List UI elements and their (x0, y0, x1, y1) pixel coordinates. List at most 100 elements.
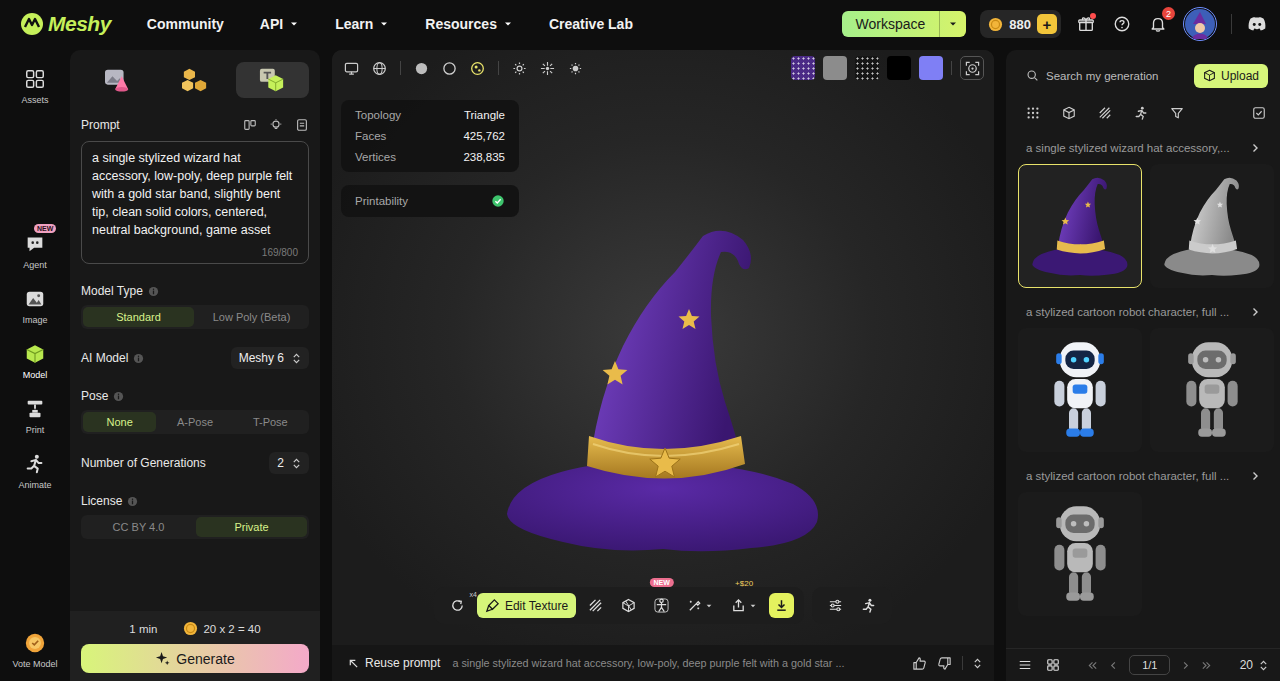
upload-button[interactable]: Upload (1194, 64, 1268, 88)
toolbar-button[interactable] (855, 594, 882, 617)
rail-item[interactable]: Print (24, 398, 46, 435)
info-icon[interactable] (148, 286, 159, 297)
nav-item[interactable]: Community (147, 16, 224, 32)
mode-tab[interactable] (81, 62, 154, 98)
nav-item[interactable]: API (260, 16, 299, 32)
toolbar-button[interactable]: NEW (648, 594, 675, 617)
page-indicator[interactable]: 1/1 (1129, 655, 1170, 675)
info-icon[interactable] (127, 496, 138, 507)
last-page-icon[interactable] (1201, 660, 1212, 671)
rail-item[interactable]: Animate (18, 453, 51, 490)
first-page-icon[interactable] (1087, 660, 1098, 671)
credits-pill[interactable]: 880+ (980, 10, 1061, 38)
generate-button[interactable]: Generate (81, 644, 309, 673)
background-swatch[interactable] (855, 56, 879, 80)
monitor-icon[interactable] (344, 61, 359, 76)
toolbar-button[interactable] (681, 594, 719, 617)
generations-stepper[interactable]: 2 (269, 452, 309, 474)
cube-filter-icon[interactable] (1062, 106, 1076, 120)
help-button[interactable] (1111, 13, 1133, 35)
rail-item[interactable]: Assets (21, 68, 48, 105)
notifications-button[interactable]: 2 (1147, 13, 1169, 35)
search-input[interactable]: Search my generation (1018, 63, 1184, 88)
background-swatch[interactable] (823, 56, 847, 80)
logo[interactable]: Meshy (20, 12, 111, 36)
printability-status[interactable]: Printability (341, 185, 519, 217)
prompt-library-icon[interactable] (243, 118, 257, 132)
previous-page-icon[interactable] (1108, 660, 1119, 671)
toolbar-button[interactable] (615, 594, 642, 617)
nav-item[interactable]: Resources (425, 16, 513, 32)
group-title[interactable]: a stylized cartoon robot character, full… (1018, 470, 1268, 482)
viewer-canvas[interactable]: TopologyTriangleFaces425,762Vertices238,… (332, 50, 994, 645)
info-icon[interactable] (113, 391, 124, 402)
generation-thumbnail[interactable] (1018, 492, 1142, 616)
segment-option[interactable]: CC BY 4.0 (83, 517, 194, 537)
segment-option[interactable]: Private (196, 517, 307, 537)
select-mode-icon[interactable] (1252, 106, 1266, 120)
buy-credits-button[interactable]: + (1037, 14, 1057, 34)
light-rays-icon[interactable] (540, 61, 555, 76)
grid-view-icon[interactable] (1046, 658, 1060, 672)
prompt-input[interactable]: a single stylized wizard hat accessory, … (81, 141, 309, 264)
segment-option[interactable]: T-Pose (234, 412, 307, 432)
texture-filter-icon[interactable] (1098, 106, 1112, 120)
nav-item[interactable]: Learn (335, 16, 389, 32)
toolbar-button[interactable] (822, 594, 849, 617)
segment-option[interactable]: None (83, 412, 156, 432)
thumbs-up-icon[interactable] (912, 656, 927, 671)
discord-button[interactable] (1246, 13, 1268, 35)
mode-tab[interactable] (158, 62, 231, 98)
render-mode-button[interactable] (414, 61, 429, 76)
focus-button[interactable] (960, 56, 984, 80)
toolbar-button[interactable]: +$20 (725, 594, 763, 617)
thumbs-down-icon[interactable] (937, 656, 952, 671)
reuse-prompt-button[interactable]: Reuse prompt (348, 656, 440, 670)
group-title[interactable]: a stylized cartoon robot character, full… (1018, 306, 1268, 318)
wizard-hat-model[interactable] (503, 224, 823, 554)
toolbar-button[interactable]: Edit Texture (477, 593, 576, 618)
filter-funnel-icon[interactable] (1170, 106, 1184, 120)
workspace-button[interactable]: Workspace (842, 11, 967, 37)
workspace-dropdown[interactable] (939, 11, 966, 37)
model-select[interactable]: Meshy 6 (231, 347, 309, 369)
generation-thumbnail[interactable] (1150, 164, 1274, 288)
rail-item[interactable]: Vote Model (12, 632, 57, 669)
segment-option[interactable]: A-Pose (158, 412, 231, 432)
page-size-select[interactable]: 20 (1240, 658, 1268, 672)
rail-item[interactable]: Model (23, 343, 48, 380)
generation-thumbnail[interactable] (1018, 328, 1142, 452)
mode-tab[interactable] (236, 62, 309, 98)
rail-item[interactable]: NEWAgent (23, 233, 47, 270)
info-icon[interactable] (133, 353, 144, 364)
animation-filter-icon[interactable] (1134, 106, 1148, 120)
render-mode-button[interactable] (442, 61, 457, 76)
user-avatar[interactable] (1183, 7, 1217, 41)
render-mode-button[interactable] (470, 61, 485, 76)
toolbar-button[interactable] (769, 593, 794, 618)
segment-option[interactable]: Low Poly (Beta) (196, 307, 307, 327)
globe-icon[interactable] (372, 61, 387, 76)
mode-tabs (81, 62, 309, 98)
background-swatch[interactable] (919, 56, 943, 80)
group-title[interactable]: a single stylized wizard hat accessory,.… (1018, 142, 1268, 154)
toolbar-button[interactable]: x4 (444, 594, 471, 617)
expand-chevron-icon[interactable] (973, 658, 982, 669)
background-swatch[interactable] (887, 56, 911, 80)
segment-option[interactable]: Standard (83, 307, 194, 327)
toolbar-button[interactable] (582, 594, 609, 617)
gift-button[interactable] (1075, 13, 1097, 35)
list-view-icon[interactable] (1018, 658, 1032, 672)
lightbulb-icon[interactable] (269, 118, 283, 132)
generation-thumbnail[interactable] (1018, 164, 1142, 288)
background-swatch[interactable] (791, 56, 815, 80)
lighting-icon[interactable] (568, 61, 583, 76)
nav-item[interactable]: Creative Lab (549, 16, 633, 32)
rail-item[interactable]: Image (22, 288, 47, 325)
document-icon[interactable] (295, 118, 309, 132)
next-page-icon[interactable] (1180, 660, 1191, 671)
sun-icon[interactable] (512, 61, 527, 76)
new-badge: NEW (34, 224, 56, 233)
generation-thumbnail[interactable] (1150, 328, 1274, 452)
all-assets-icon[interactable] (1026, 106, 1040, 120)
